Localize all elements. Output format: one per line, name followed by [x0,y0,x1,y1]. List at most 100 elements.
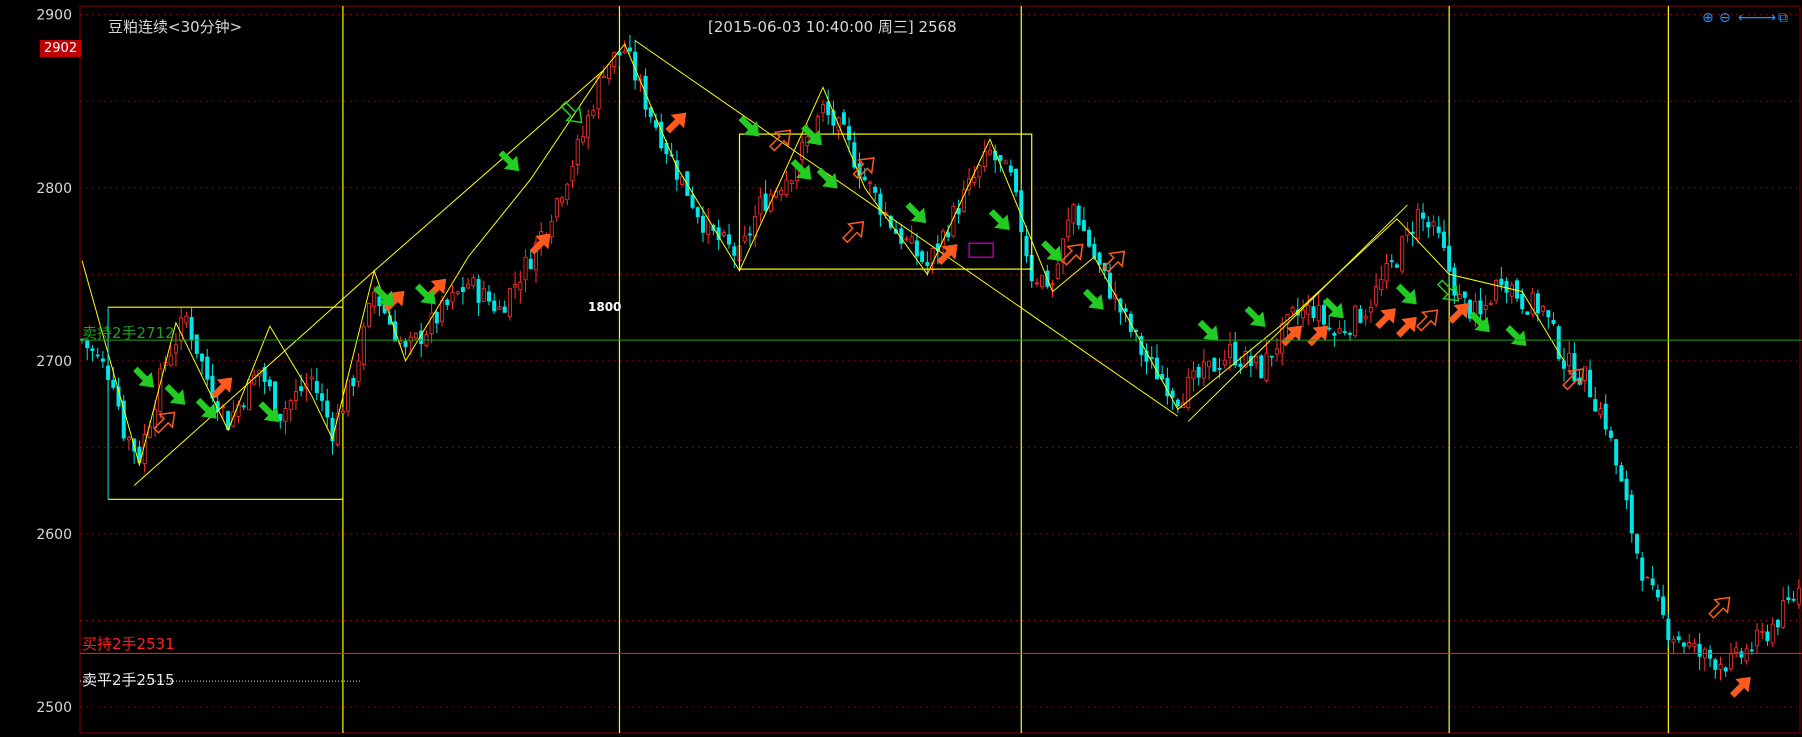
sell-arrow-icon [414,283,436,305]
candle [1306,294,1311,325]
candle [904,235,909,242]
candle [1718,656,1723,681]
candle [309,368,314,391]
candle [126,435,131,451]
sell-arrow-icon [905,202,927,224]
y-top-badge: 2902 [40,40,82,57]
candle [1666,613,1671,647]
candle [1316,292,1321,332]
candle [361,322,366,371]
restore-icon[interactable]: ⧉ [1778,10,1788,26]
candle [1676,631,1681,643]
candle [1274,337,1279,362]
candle [158,362,163,419]
candle [1426,215,1431,238]
candle [1076,203,1081,230]
candle [1494,278,1499,305]
chart-area[interactable]: 2900 2800 2700 2600 2500 豆粕连续<30分钟> [2015-06… [0,0,1802,737]
candle [1525,311,1530,315]
plot-frame [79,5,1801,734]
candle [241,402,246,411]
candle [1019,183,1024,239]
candle [1744,643,1749,665]
buy-arrow-icon [211,377,233,399]
candle [841,109,846,126]
sell-arrow-icon [816,167,838,189]
candle [1509,281,1514,305]
candle [1269,355,1274,367]
candle [1290,305,1295,316]
candle [1457,284,1462,300]
candle [320,383,325,412]
candle [492,293,497,314]
candle [607,64,612,85]
candle [1708,645,1713,667]
candle [455,290,460,296]
candle [1222,349,1227,369]
swing-line [1187,204,1408,422]
candle [1728,643,1733,672]
candle [278,413,283,429]
candle [575,134,580,175]
pan-right-icon[interactable]: ⟶ [1756,10,1776,26]
candle [758,187,763,223]
candle [690,186,695,210]
swing-line [133,69,605,486]
candle [413,332,418,341]
candle [1760,622,1765,640]
candle [1786,585,1791,604]
sell-arrow-icon [1505,325,1527,347]
y-tick-label: 2800 [36,181,72,197]
candle [487,285,492,306]
candle [1003,159,1008,165]
candle [90,344,95,362]
candle [481,280,486,303]
candle [1640,552,1645,592]
candle [987,144,992,157]
candle [1619,462,1624,482]
candle [356,352,361,388]
candle [1149,346,1154,369]
candle [706,207,711,244]
candle [695,206,700,224]
signal-arrows [133,101,1751,698]
candle [523,249,528,293]
candle [747,226,752,247]
candle [1588,359,1593,398]
candle [1337,320,1342,335]
zoom-in-icon[interactable]: ⊕ [1702,10,1714,26]
zoom-out-icon[interactable]: ⊖ [1719,10,1731,26]
candle [325,388,330,428]
candle [1661,584,1666,619]
candle [189,307,194,350]
candle [831,100,836,136]
candlestick-chart: 2900 2800 2700 2600 2500 [36,5,1802,734]
candle [1561,347,1566,382]
candle [194,334,199,359]
candle [1447,235,1452,284]
candle [1348,331,1353,341]
sell-arrow-icon [1322,297,1344,319]
candle [1353,304,1358,338]
buy-arrow-icon [1395,316,1417,338]
sell-arrow-icon [164,383,186,405]
zigzag-label: 1800 [588,300,622,314]
candle [1254,355,1259,370]
candle [1452,263,1457,305]
candle [873,184,878,201]
range-box [738,133,1033,270]
candle [497,300,502,311]
candle [857,152,862,189]
candle [200,352,205,375]
candle [450,285,455,310]
candle [1436,216,1441,239]
candle [403,338,408,356]
candle [867,180,872,195]
candle [1175,398,1180,413]
candle [580,125,585,146]
candle [1421,203,1426,232]
sell-arrow-icon [790,158,812,180]
candle [1650,566,1655,591]
green-hold-label: 卖持2手2712 [82,324,175,343]
candle [1692,638,1697,653]
